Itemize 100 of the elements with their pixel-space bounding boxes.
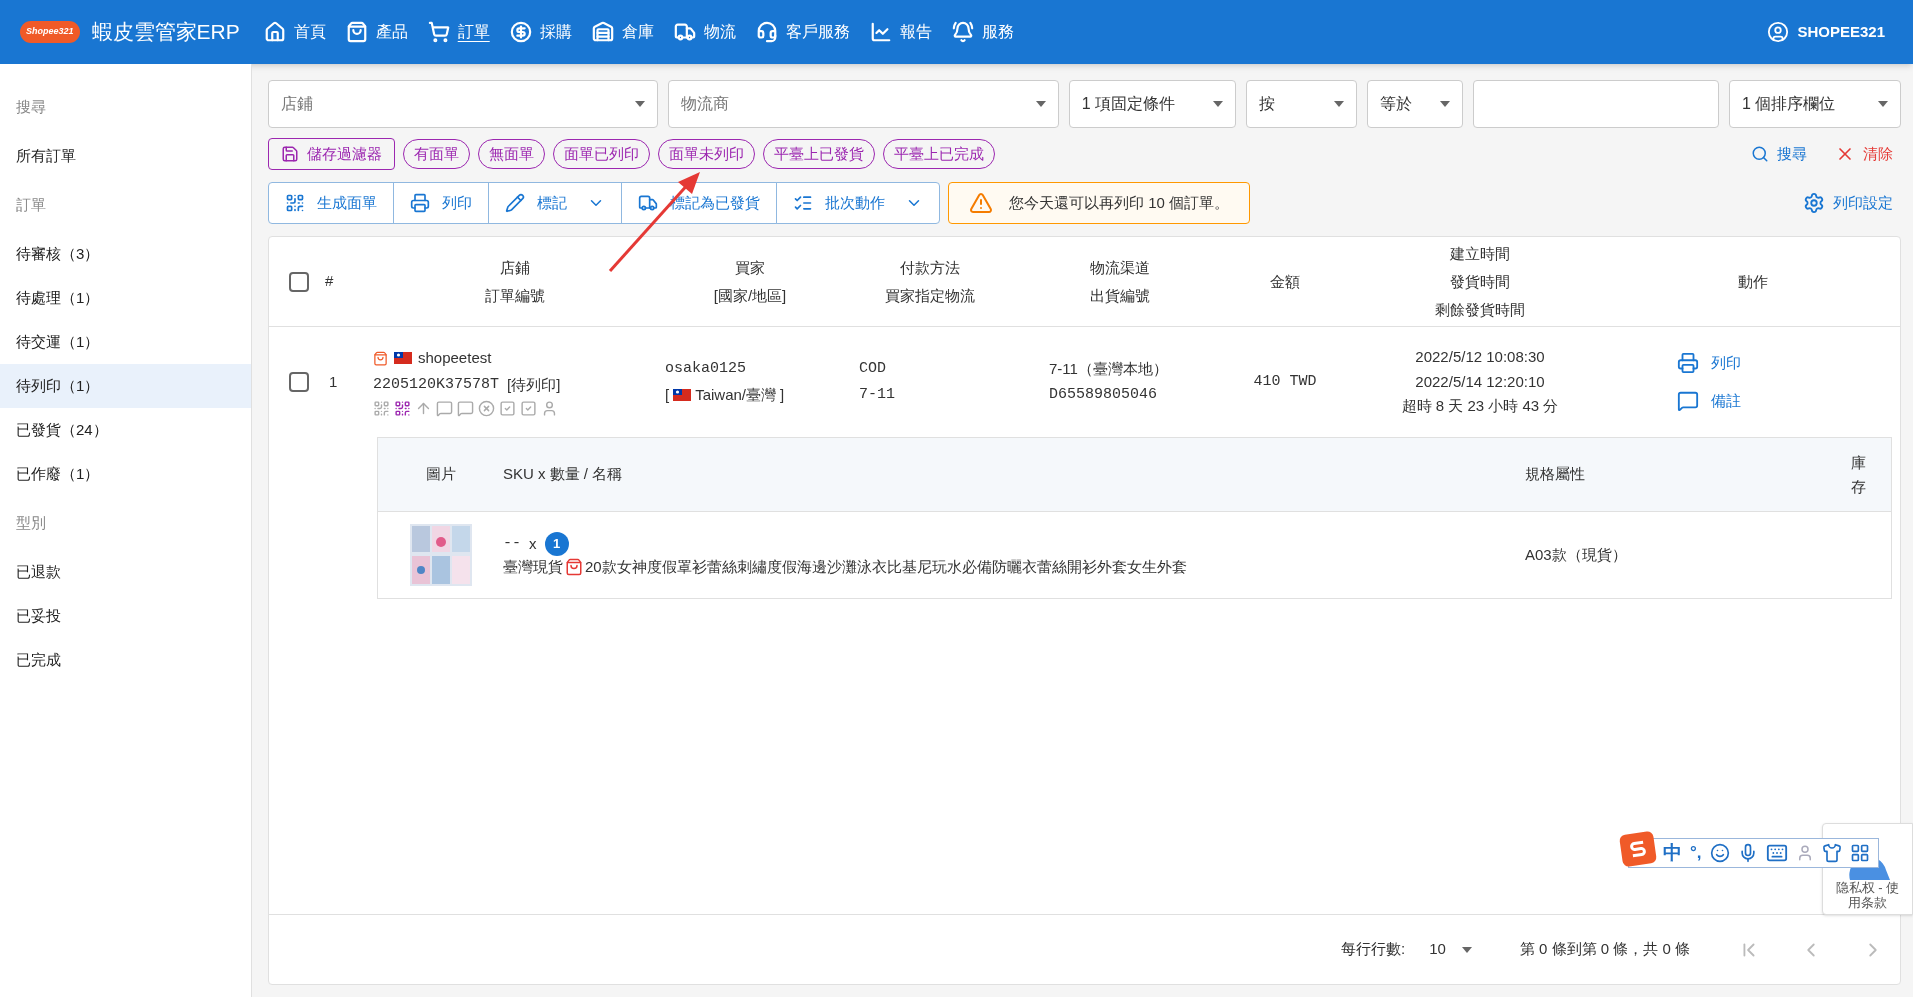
check-icon[interactable] (499, 400, 516, 417)
smiley-icon[interactable] (1709, 843, 1730, 863)
ime-mode[interactable]: 中 (1663, 838, 1682, 868)
action-button[interactable]: 標記 (488, 182, 622, 224)
sidebar-item[interactable]: 已發貨（24） (0, 408, 251, 452)
user-name[interactable]: SHOPEE321 (1797, 20, 1885, 44)
cart-icon (427, 21, 450, 43)
column-header: 買家指定物流 (885, 285, 975, 306)
filter-select[interactable]: 店鋪 (268, 80, 659, 128)
warning-icon (969, 191, 993, 215)
order-amount: 410 TWD (1252, 371, 1318, 392)
rows-per-page-label: 每行行數: (1341, 939, 1406, 960)
payment-method: COD (859, 358, 887, 379)
headset-icon (755, 21, 778, 43)
shop-name: shopeetest (418, 348, 492, 368)
tracking-number: D65589805046 (1049, 385, 1159, 405)
qr-icon (285, 193, 305, 213)
sidebar-item[interactable]: 待處理（1） (0, 276, 251, 320)
action-button[interactable]: 生成面單 (268, 182, 394, 224)
checklist-icon (793, 193, 813, 213)
filter-select[interactable]: 物流商 (668, 80, 1059, 128)
buyer-region: Taiwan/臺灣 (695, 385, 777, 405)
check-icon[interactable] (520, 400, 537, 417)
search-button[interactable]: 搜尋 (1751, 142, 1807, 166)
buyer-name: osaka0125 (665, 358, 747, 379)
action-button[interactable]: 列印 (393, 182, 489, 224)
nav-link[interactable]: 客戶服務 (755, 20, 850, 44)
nav-link[interactable]: 倉庫 (591, 20, 654, 44)
rows-per-page-select[interactable]: 10 (1429, 938, 1472, 961)
keyboard-icon[interactable] (1765, 842, 1788, 864)
print-link[interactable]: 列印 (1677, 351, 1900, 374)
ime-punctuation[interactable]: °, (1690, 840, 1702, 866)
nav-link[interactable]: 服務 (951, 20, 1014, 44)
column-header: 建立時間 (1450, 243, 1510, 264)
spec-text: A03款（現貨） (1525, 544, 1628, 565)
sidebar-item[interactable]: 待審核（3） (0, 232, 251, 276)
logo[interactable]: Shopee321 (20, 21, 80, 43)
bag-icon (565, 558, 583, 576)
message-icon[interactable] (457, 400, 474, 417)
grid-icon[interactable] (1849, 843, 1870, 863)
cancel-icon[interactable] (478, 400, 495, 417)
sidebar-heading: 訂單 (15, 194, 47, 215)
save-filter-button[interactable]: 儲存過濾器 (268, 138, 395, 170)
sku-text: -- (503, 533, 521, 554)
nav-link[interactable]: 首頁 (263, 20, 326, 44)
column-header: # (325, 271, 334, 292)
caret-icon (1334, 101, 1345, 107)
qr-icon[interactable] (394, 400, 411, 417)
bracket-text: ] (780, 385, 785, 405)
warehouse-icon (591, 21, 614, 43)
shirt-icon[interactable] (1821, 843, 1842, 863)
row-checkbox[interactable] (289, 372, 309, 392)
select-all-checkbox[interactable] (289, 271, 309, 292)
filter-select[interactable]: 1 項固定條件 (1068, 80, 1236, 128)
sidebar-item[interactable]: 所有訂單 (0, 134, 251, 178)
sidebar-item[interactable]: 已完成 (0, 638, 251, 682)
filter-select[interactable]: 等於 (1367, 80, 1463, 128)
filter-select[interactable]: 1 個排序欄位 (1729, 80, 1901, 128)
column-header: 出貨編號 (1090, 285, 1150, 306)
chart-icon (869, 21, 892, 43)
sidebar-item[interactable]: 待列印（1） (0, 364, 251, 408)
filter-input[interactable] (1472, 80, 1720, 128)
product-name: 20款女神度假罩衫蕾絲刺繡度假海邊沙灘泳衣比基尼玩水必備防曬衣蕾絲開衫外套女生外套 (585, 556, 1187, 577)
filter-select[interactable]: 按 (1245, 80, 1358, 128)
brand-title: 蝦皮雲管家ERP (91, 19, 240, 46)
message-icon[interactable] (436, 400, 453, 417)
sidebar-heading: 搜尋 (15, 96, 47, 117)
column-header: 剩餘發貨時間 (1435, 299, 1525, 320)
sidebar-item[interactable]: 已退款 (0, 550, 251, 594)
sidebar-heading: 型別 (15, 512, 47, 533)
sidebar-item[interactable]: 已妥投 (0, 594, 251, 638)
logistics-channel: 7-11（臺灣本地） (1049, 358, 1169, 379)
caret-icon (1878, 101, 1888, 107)
nav-link[interactable]: 物流 (673, 20, 736, 44)
column-header: 付款方法 (900, 257, 960, 278)
column-header: 發貨時間 (1450, 271, 1510, 292)
nav-link[interactable]: 產品 (345, 20, 408, 44)
nav-link[interactable]: 採購 (509, 20, 572, 44)
bag-icon (345, 21, 368, 43)
caret-icon (1439, 101, 1450, 107)
nav-link[interactable]: 訂單 (427, 20, 490, 44)
bell-icon (951, 21, 974, 43)
created-time: 2022/5/12 10:08:30 (1415, 347, 1545, 368)
flag-icon (394, 352, 412, 365)
order-status: [待列印] (507, 374, 561, 395)
note-link[interactable]: 備註 (1677, 390, 1900, 413)
nav-link[interactable]: 報告 (869, 20, 932, 44)
sidebar-item[interactable]: 待交運（1） (0, 320, 251, 364)
caret-icon (1212, 101, 1223, 107)
terms-text: 用条款 (1848, 895, 1887, 910)
printer-icon (1677, 351, 1699, 374)
column-header: 庫存 (1850, 452, 1866, 497)
print-settings-button[interactable]: 列印設定 (1803, 191, 1893, 215)
person-icon[interactable] (541, 400, 558, 417)
column-header: 規格屬性 (1525, 464, 1586, 485)
sidebar-item[interactable]: 已作廢（1） (0, 452, 251, 496)
action-button[interactable]: 批次動作 (776, 182, 940, 224)
filter-chip[interactable]: 面單已列印 (553, 139, 650, 169)
clear-button[interactable]: 清除 (1835, 142, 1893, 166)
column-header: 金額 (1270, 271, 1300, 292)
